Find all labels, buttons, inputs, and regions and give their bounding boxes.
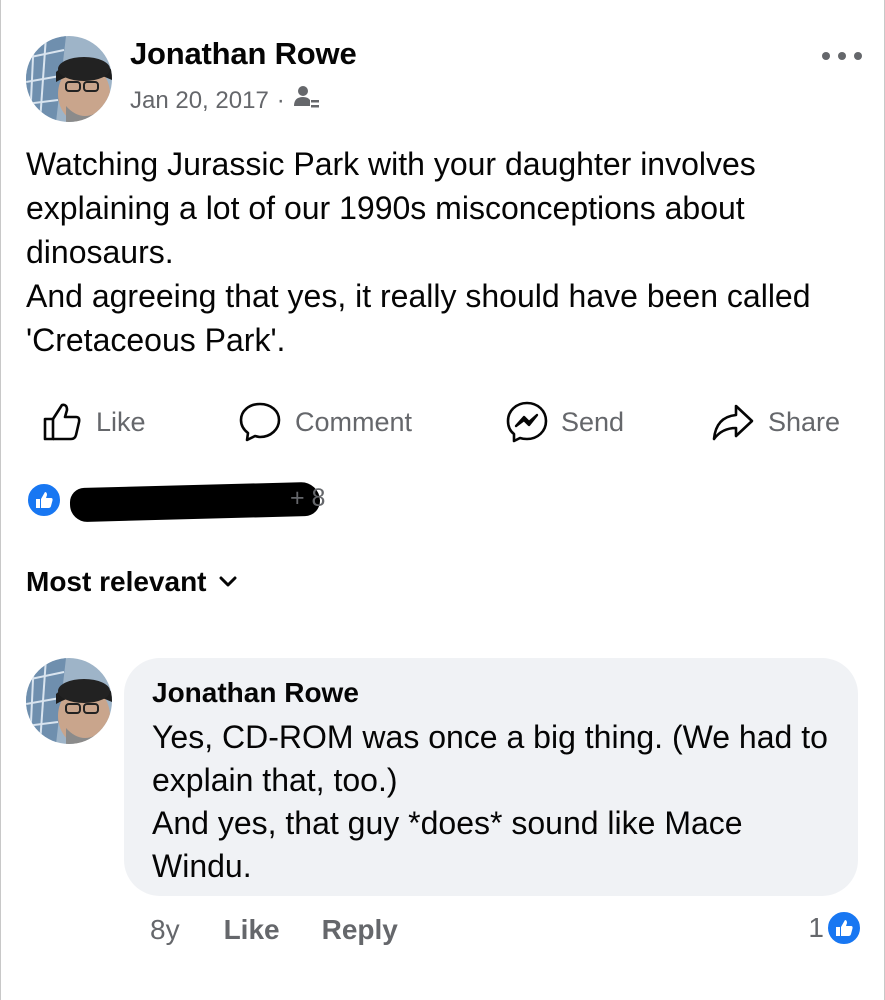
comment-bubble[interactable]: Jonathan Rowe Yes, CD-ROM was once a big… bbox=[124, 658, 858, 896]
comment-reply-button[interactable]: Reply bbox=[322, 914, 398, 946]
more-options-icon[interactable] bbox=[818, 44, 866, 68]
post-paragraph: And agreeing that yes, it really should … bbox=[26, 278, 811, 358]
meta-separator: · bbox=[276, 86, 285, 114]
reaction-others-count: + 8 bbox=[290, 484, 326, 512]
share-label: Share bbox=[768, 406, 841, 437]
comment-sort-dropdown[interactable]: Most relevant bbox=[26, 566, 237, 598]
comment-timestamp[interactable]: 8y bbox=[150, 914, 180, 946]
comment-author-name[interactable]: Jonathan Rowe bbox=[152, 676, 830, 710]
like-reaction-icon bbox=[826, 910, 862, 946]
post-date[interactable]: Jan 20, 2017 bbox=[130, 87, 269, 115]
send-button[interactable]: Send bbox=[505, 398, 624, 446]
share-arrow-icon bbox=[712, 404, 754, 441]
chevron-down-icon bbox=[219, 576, 236, 587]
like-label: Like bbox=[96, 406, 146, 437]
comment-paragraph: And yes, that guy *does* sound like Mace… bbox=[152, 805, 743, 884]
comment-text: Yes, CD-ROM was once a big thing. (We ha… bbox=[152, 716, 830, 888]
sort-label: Most relevant bbox=[26, 566, 207, 597]
post-author-name[interactable]: Jonathan Rowe bbox=[130, 36, 357, 72]
comment-bubble-icon bbox=[239, 402, 281, 442]
share-button[interactable]: Share bbox=[710, 398, 840, 446]
comment-like-button[interactable]: Like bbox=[224, 914, 280, 946]
like-reaction-icon bbox=[26, 482, 62, 518]
like-button[interactable]: Like bbox=[40, 398, 146, 446]
redaction-mark bbox=[69, 481, 321, 523]
send-label: Send bbox=[561, 406, 625, 437]
comment-reaction-count: 1 bbox=[808, 912, 824, 943]
comment-button[interactable]: Comment bbox=[237, 398, 412, 446]
thumbs-up-icon bbox=[43, 403, 81, 441]
post-action-bar: Like Comment Send Share bbox=[40, 398, 860, 446]
comment-actions: 8y Like Reply 1 bbox=[150, 908, 862, 952]
post-header: Jonathan Rowe Jan 20, 2017 · bbox=[26, 36, 866, 122]
comment-label: Comment bbox=[295, 406, 413, 437]
messenger-icon bbox=[506, 401, 548, 443]
post-paragraph: Watching Jurassic Park with your daughte… bbox=[26, 146, 756, 270]
commenter-avatar[interactable] bbox=[26, 658, 112, 744]
comment-reactions[interactable]: 1 bbox=[808, 910, 862, 946]
author-avatar[interactable] bbox=[26, 36, 112, 122]
post-text: Watching Jurassic Park with your daughte… bbox=[26, 142, 866, 362]
friends-audience-icon[interactable] bbox=[293, 84, 319, 117]
post-meta: Jan 20, 2017 · bbox=[130, 84, 319, 117]
comment-paragraph: Yes, CD-ROM was once a big thing. (We ha… bbox=[152, 719, 828, 798]
reactions-summary[interactable]: + 8 bbox=[26, 481, 426, 523]
